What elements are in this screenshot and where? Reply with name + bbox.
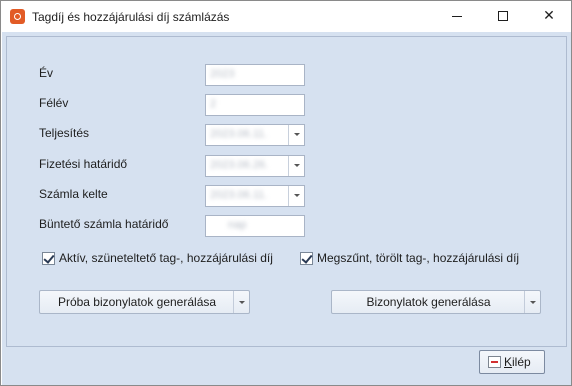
invoice-date-value: 2023.06.11. <box>210 189 268 201</box>
invoice-date-picker[interactable]: 2023.06.11. <box>205 185 305 207</box>
app-logo-icon <box>10 9 25 24</box>
preview-generate-split-button[interactable]: Próba bizonylatok generálása <box>39 290 250 314</box>
active-fee-label: Aktív, szüneteltető tag-, hozzájárulási … <box>59 251 273 265</box>
chevron-down-icon[interactable] <box>288 186 304 206</box>
terminated-fee-checkbox[interactable]: Megszűnt, törölt tag-, hozzájárulási díj <box>300 251 519 265</box>
preview-generate-button[interactable]: Próba bizonylatok generálása <box>40 291 234 313</box>
payment-deadline-label: Fizetési határidő <box>39 157 128 171</box>
chevron-down-icon[interactable] <box>233 291 249 313</box>
fulfillment-value: 2023.06.11. <box>210 128 268 140</box>
window-title: Tagdíj és hozzájárulási díj számlázás <box>32 10 230 24</box>
year-label: Év <box>39 66 54 80</box>
maximize-icon <box>498 11 508 21</box>
invoice-date-label: Számla kelte <box>39 187 108 201</box>
fulfillment-label: Teljesítés <box>39 126 90 140</box>
minimize-button[interactable] <box>434 1 480 32</box>
terminated-fee-label: Megszűnt, törölt tag-, hozzájárulási díj <box>317 251 520 265</box>
year-input[interactable]: 2023 <box>205 64 305 86</box>
year-value: 2023 <box>210 68 235 80</box>
chevron-down-icon[interactable] <box>288 156 304 176</box>
fulfillment-date-picker[interactable]: 2023.06.11. <box>205 124 305 146</box>
app-window: Tagdíj és hozzájárulási díj számlázás ✕ … <box>0 0 572 386</box>
active-fee-checkbox[interactable]: Aktív, szüneteltető tag-, hozzájárulási … <box>42 251 273 265</box>
content-area: Év 2023 Félév 2 Teljesítés 2023.06.11. F… <box>2 32 571 385</box>
close-icon: ✕ <box>543 8 555 24</box>
generate-split-button[interactable]: Bizonylatok generálása <box>331 290 541 314</box>
payment-deadline-date-picker[interactable]: 2023.06.26. <box>205 155 305 177</box>
half-year-input[interactable]: 2 <box>205 94 305 116</box>
payment-deadline-value: 2023.06.26. <box>210 159 269 171</box>
half-year-label: Félév <box>39 96 69 110</box>
checkbox-checked-icon[interactable] <box>300 251 313 265</box>
exit-label: Kilép <box>504 355 531 369</box>
title-bar: Tagdíj és hozzájárulási díj számlázás ✕ <box>1 1 571 32</box>
chevron-down-icon[interactable] <box>524 291 540 313</box>
chevron-down-icon[interactable] <box>288 125 304 145</box>
close-button[interactable]: ✕ <box>526 1 572 32</box>
penalty-deadline-label: Büntető számla határidő <box>39 217 169 231</box>
minimize-icon <box>452 16 462 17</box>
form-group: Év 2023 Félév 2 Teljesítés 2023.06.11. F… <box>6 36 567 347</box>
generate-button[interactable]: Bizonylatok generálása <box>332 291 525 313</box>
exit-button[interactable]: Kilép <box>479 350 545 374</box>
checkbox-checked-icon[interactable] <box>42 251 55 265</box>
half-year-value: 2 <box>210 98 217 110</box>
penalty-deadline-value: nap <box>228 219 247 231</box>
exit-door-icon <box>488 356 501 368</box>
maximize-button[interactable] <box>480 1 526 32</box>
penalty-deadline-input[interactable]: nap <box>205 215 305 237</box>
